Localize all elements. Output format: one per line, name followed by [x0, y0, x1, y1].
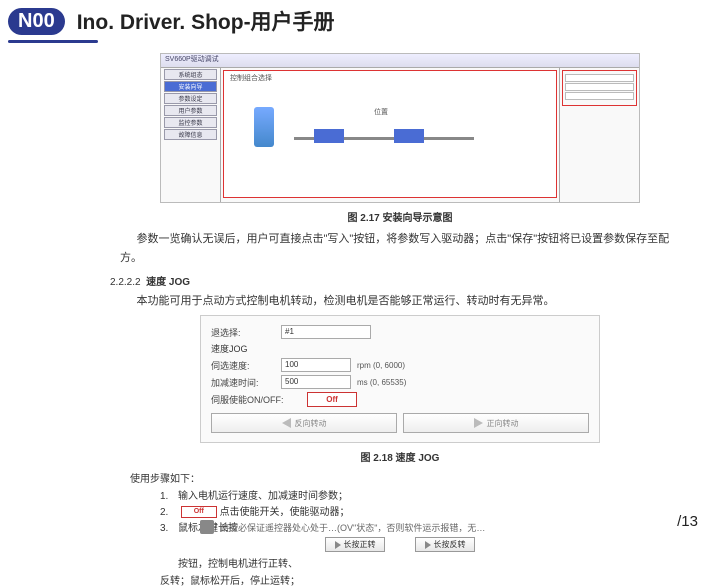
pos-label: 位置	[374, 107, 388, 117]
step-2: 2. Off 点击使能开关，使能驱动器；	[160, 503, 690, 518]
page-number: /13	[677, 513, 698, 530]
play-icon	[335, 541, 341, 549]
speed-value: 100	[281, 358, 351, 372]
steps-heading: 使用步骤如下：	[130, 470, 690, 485]
figure-caption: 图 2.17 安装向导示意图	[110, 209, 690, 224]
axis-select: #1	[281, 325, 371, 339]
arrow-left-icon	[282, 418, 291, 428]
arrow-right-icon	[474, 418, 483, 428]
servo-enable-label: 伺服使能ON/OFF:	[211, 393, 301, 406]
sidebar-item-active: 安装向导	[164, 81, 217, 92]
off-inline-button: Off	[181, 506, 217, 518]
accdec-label: 加减速时间:	[211, 376, 275, 389]
servo-off-button: Off	[307, 392, 357, 407]
paragraph-2: 本功能可用于点动方式控制电机转动，检测电机是否能够正常运行、转动时有无异常。	[120, 292, 680, 311]
block-icon	[314, 129, 344, 143]
sidebar-item: 用户参数	[164, 105, 217, 116]
reverse-button: 反向转动	[211, 413, 397, 433]
sidebar-item: 监控参数	[164, 117, 217, 128]
footer-note: 请务必保证遥控器处心处于…(OV"状态"，否则软件运示报错，无法运行。	[220, 521, 490, 534]
rail-icon	[294, 137, 474, 140]
accdec-unit: ms (0, 65535)	[357, 378, 406, 387]
axis-select-label: 退选择:	[211, 326, 275, 339]
sidebar-item: 参数设定	[164, 93, 217, 104]
paragraph-1: 参数一览确认无误后，用户可直接点击"写入"按钮，将参数写入驱动器；点击"保存"按…	[120, 230, 680, 267]
section-heading: 2.2.2.2 速度 JOG	[110, 273, 690, 288]
figure-sidebar: 系统组态 安装向导 参数设定 用户参数 监控参数 故障信息	[161, 54, 221, 202]
speed-label: 伺选速度:	[211, 359, 275, 372]
step-3-tail: 按钮，控制电机进行正转、	[178, 559, 298, 570]
accdec-value: 500	[281, 375, 351, 389]
logo-badge: N00	[8, 8, 65, 35]
speed-unit: rpm (0, 6000)	[357, 361, 405, 370]
page-title: Ino. Driver. Shop-用户手册	[77, 6, 335, 36]
figure-caption-2: 图 2.18 速度 JOG	[110, 449, 690, 464]
figure-main-title: 控制组合选择	[230, 73, 272, 83]
figure-wizard-screenshot: SV660P驱动调试 系统组态 安装向导 参数设定 用户参数 监控参数 故障信息…	[160, 53, 640, 203]
motor-icon	[254, 107, 274, 147]
figure-right-panel	[562, 70, 637, 106]
block-icon	[394, 129, 424, 143]
step-4: 反转；鼠标松开后，停止运转；	[160, 576, 300, 587]
jog-heading: 速度JOG	[211, 342, 589, 355]
figure-jog-screenshot: 退选择: #1 速度JOG 伺选速度: 100 rpm (0, 6000) 加减…	[200, 315, 600, 443]
footer-app-icon	[200, 520, 214, 534]
sidebar-item: 故障信息	[164, 129, 217, 140]
forward-button: 正向转动	[403, 413, 589, 433]
play-icon	[425, 541, 431, 549]
sidebar-item: 系统组态	[164, 69, 217, 80]
step-1: 1.输入电机运行速度、加减速时间参数；	[160, 487, 690, 502]
